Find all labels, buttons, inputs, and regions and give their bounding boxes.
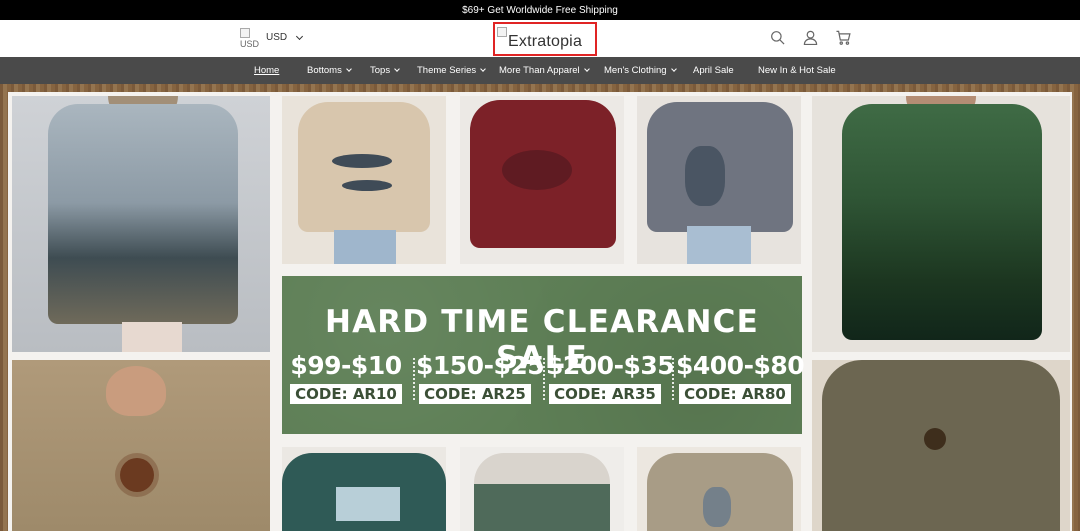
chevron-down-icon	[296, 32, 304, 41]
nav-item-april-sale[interactable]: April Sale	[693, 65, 734, 76]
product-photo-olive-henley	[812, 360, 1070, 531]
product-photo-whale-beige-sweatshirt	[637, 447, 801, 531]
product-photo-orca-teal-sweatshirt	[282, 447, 446, 531]
usd-flag-icon: USD	[240, 28, 262, 49]
nav-item-tops[interactable]: Tops	[370, 65, 400, 76]
chevron-down-icon	[480, 66, 486, 72]
product-photo-forest-hoodie	[12, 96, 270, 352]
hero-banner[interactable]: HARD TIME CLEARANCE SALE $99-$10 CODE: A…	[0, 84, 1080, 531]
nav-item-more-than-apparel[interactable]: More Than Apparel	[499, 65, 590, 76]
header-actions	[770, 30, 851, 45]
cart-icon[interactable]	[836, 30, 851, 45]
currency-label: USD	[266, 32, 288, 43]
currency-selector[interactable]: USD USD	[240, 28, 304, 49]
deal-ar25: $150-$25 CODE: AR25	[416, 351, 545, 404]
deal-amount: $400-$80	[676, 351, 805, 380]
product-photo-sun-sweatshirt	[12, 360, 270, 531]
announcement-bar: $69+ Get Worldwide Free Shipping	[0, 0, 1080, 20]
logo-alt-text: Extratopia	[508, 33, 583, 50]
deal-divider	[672, 358, 674, 400]
chevron-down-icon	[394, 66, 400, 72]
product-photo-whale-grey-sweatshirt	[637, 96, 801, 264]
nav-item-new-in-hot-sale[interactable]: New In & Hot Sale	[758, 65, 836, 76]
search-icon[interactable]	[770, 30, 785, 45]
deal-amount: $150-$25	[416, 351, 545, 380]
hero-collage: HARD TIME CLEARANCE SALE $99-$10 CODE: A…	[8, 92, 1072, 531]
deal-amount: $99-$10	[290, 351, 402, 380]
deal-code: CODE: AR35	[549, 384, 661, 404]
nav-item-mens-clothing[interactable]: Men's Clothing	[604, 65, 677, 76]
site-logo[interactable]: Extratopia	[493, 22, 597, 56]
clearance-sale-banner[interactable]: HARD TIME CLEARANCE SALE $99-$10 CODE: A…	[282, 276, 805, 434]
deal-ar80: $400-$80 CODE: AR80	[676, 351, 805, 404]
product-photo-colorblock-zip	[460, 447, 624, 531]
product-photo-green-forest-sweatshirt	[812, 96, 1070, 352]
announcement-text: $69+ Get Worldwide Free Shipping	[462, 4, 618, 16]
chevron-down-icon	[346, 66, 352, 72]
nav-item-theme-series[interactable]: Theme Series	[417, 65, 486, 76]
deal-ar10: $99-$10 CODE: AR10	[287, 352, 405, 404]
deal-ar35: $200-$35 CODE: AR35	[546, 351, 675, 404]
chevron-down-icon	[583, 66, 590, 72]
nav-item-home[interactable]: Home	[254, 65, 279, 76]
site-header: USD USD Extratopia	[0, 20, 1080, 57]
broken-image-icon	[497, 27, 507, 37]
product-photo-whale-cream-hoodie	[282, 96, 446, 264]
nav-item-bottoms[interactable]: Bottoms	[307, 65, 352, 76]
deal-code: CODE: AR10	[290, 384, 402, 404]
deal-code: CODE: AR25	[419, 384, 531, 404]
account-icon[interactable]	[803, 30, 818, 45]
product-photo-whale-red-sweatshirt	[460, 96, 624, 264]
deal-divider	[543, 358, 545, 400]
deal-code: CODE: AR80	[679, 384, 791, 404]
main-nav: Home Bottoms Tops Theme Series More Than…	[0, 57, 1080, 84]
deal-amount: $200-$35	[546, 351, 675, 380]
deal-divider	[413, 358, 415, 400]
chevron-down-icon	[670, 66, 677, 72]
